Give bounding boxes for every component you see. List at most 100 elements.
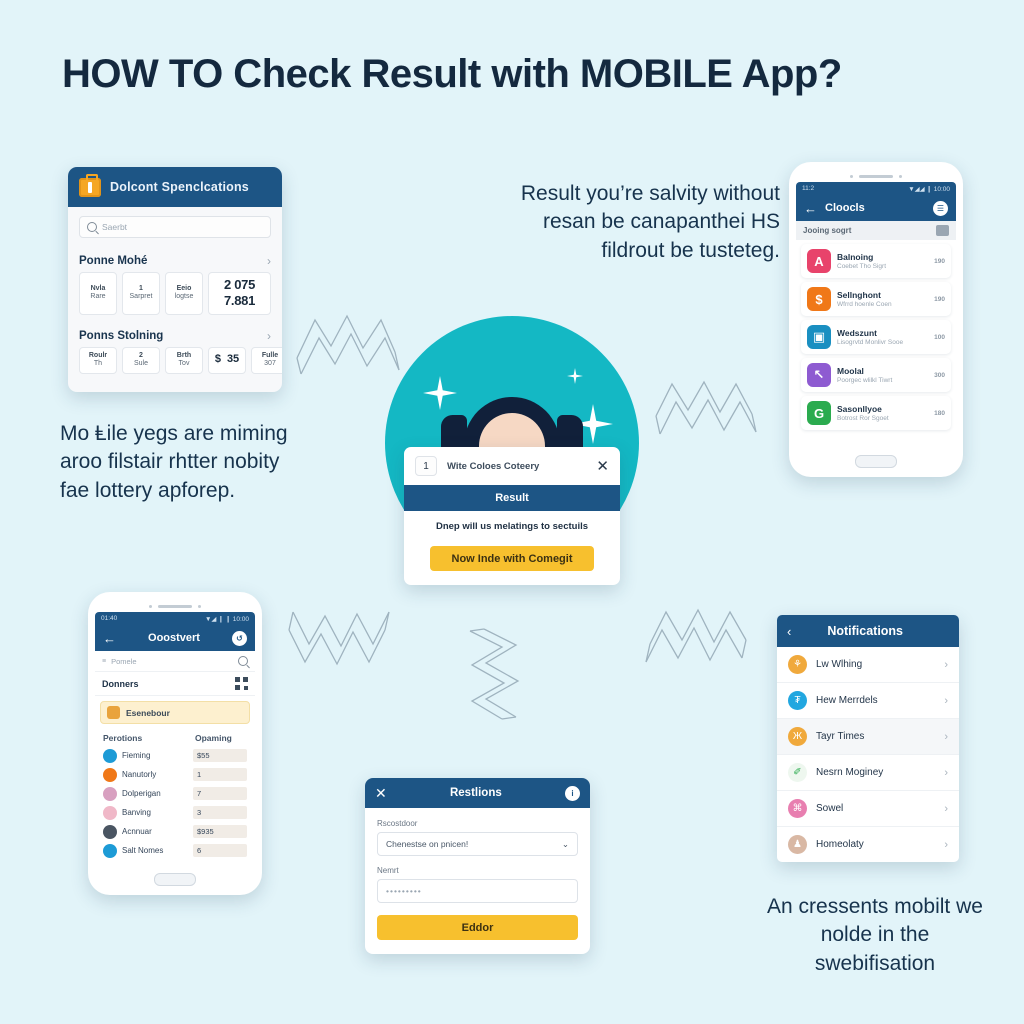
table-cell-value: 1 <box>193 768 247 781</box>
specs-section-2-title: Ponns Stolning <box>79 329 164 342</box>
caption-top-right: Result you’re salvity without resan be c… <box>520 182 780 262</box>
back-arrow-icon[interactable]: ← <box>103 632 116 645</box>
currency-symbol: $ <box>214 353 221 366</box>
notification-label: Tayr Times <box>816 731 865 742</box>
caption-bottom-right: An cressents mobilt we nolde in the sweb… <box>767 895 983 975</box>
list-item-title: Sasonllyoe <box>837 404 882 414</box>
avatar: ▣ <box>807 325 831 349</box>
avatar: G <box>807 401 831 425</box>
highlight-row[interactable]: Esenebour <box>100 701 250 724</box>
specs-search-input[interactable]: Saerbt <box>79 216 271 238</box>
row-icon <box>103 805 117 820</box>
notification-row[interactable]: ⚘ Lw Wlhing › <box>777 647 959 683</box>
list-item[interactable]: ↖ Moolal Poorgec wlilkl Tiwrt 300 <box>801 358 951 392</box>
app-bar: ← Ooostvert ↺ <box>95 625 255 651</box>
caption-left: Mo Ⱡile yegs are miming aroo filstair rh… <box>60 422 288 502</box>
highlight-row-label: Esenebour <box>126 707 170 718</box>
table-cell-value: 6 <box>193 844 247 857</box>
specs-section-2-header[interactable]: Ponns Stolning › <box>68 321 282 347</box>
table-row[interactable]: Dolperigan 7 <box>95 784 255 803</box>
notifications-card: ‹ Notifications ⚘ Lw Wlhing › ₮ Hew Merr… <box>777 615 959 862</box>
notification-label: Sowel <box>816 803 844 814</box>
list-item[interactable]: ▣ Wedszunt Lisogrvtd Monlivr Sooe 100 <box>801 320 951 354</box>
home-button[interactable] <box>796 448 956 468</box>
table-row[interactable]: Banving 3 <box>95 803 255 822</box>
chip[interactable]: Nvla Rare <box>79 272 117 315</box>
list-item-subtitle: Lisogrvtd Monlivr Sooe <box>837 339 904 346</box>
table-cell-name: Dolperigan <box>122 789 161 798</box>
list-subheader-label: Jooing sogrt <box>803 226 852 235</box>
notification-row[interactable]: ₮ Hew Merrdels › <box>777 683 959 719</box>
chip-line1: 2 <box>139 351 143 359</box>
avatar: $ <box>807 287 831 311</box>
form-title: Restlions <box>449 787 502 799</box>
filter-icon[interactable]: ☰ <box>933 200 948 216</box>
search-input[interactable]: ≡ Pomele <box>95 651 255 672</box>
close-icon[interactable]: ✕ <box>596 459 609 474</box>
app-bar-title: Cloocls <box>825 202 865 214</box>
phone-bottom-left: 01:40 ▼◢ ❙ ❙ 10:00 ← Ooostvert ↺ ≡ Pomel… <box>88 592 262 895</box>
notification-icon: Ж <box>788 727 807 746</box>
table-cell-value: $55 <box>193 749 247 762</box>
chip[interactable]: Roulr Th <box>79 346 117 374</box>
status-icons: ▼◢◢ ❙ 10:00 <box>908 185 950 193</box>
chip[interactable]: 2 Sule <box>122 346 160 374</box>
chip-line1: Eeio <box>176 284 192 292</box>
specs-card-title: Dolcont Spenclcations <box>110 180 249 194</box>
dialog-header: 1 Wite Coloes Coteery ✕ <box>404 447 620 485</box>
table-row[interactable]: Salt Nomes 6 <box>95 841 255 860</box>
chip[interactable]: Brth Tov <box>165 346 203 374</box>
notification-row[interactable]: ⌘ Sowel › <box>777 791 959 827</box>
chevron-right-icon: › <box>944 802 948 815</box>
chevron-right-icon: › <box>944 766 948 779</box>
home-button[interactable] <box>95 866 255 886</box>
refresh-icon[interactable]: ↺ <box>232 630 247 646</box>
table-row[interactable]: Fieming $55 <box>95 746 255 765</box>
list-item[interactable]: A Balnoing Coebet Tho Sigrt 190 <box>801 244 951 278</box>
list-item-title: Balnoing <box>837 252 874 262</box>
field1-select[interactable]: Chenestse on pnicen! ⌄ <box>377 832 578 856</box>
qr-code-icon[interactable] <box>235 677 248 690</box>
field1-label: Rscostdoor <box>377 819 418 828</box>
table-row[interactable]: Acnnuar $935 <box>95 822 255 841</box>
avatar: ↖ <box>807 363 831 387</box>
chevron-right-icon: › <box>944 838 948 851</box>
list-item[interactable]: $ Sellnghont Wfrrd hoenle Coen 190 <box>801 282 951 316</box>
form-header: ✕ Restlions i <box>365 778 590 808</box>
chip[interactable]: 1 Sarpret <box>122 272 160 315</box>
chip[interactable]: Fulle 307 <box>251 346 282 374</box>
phone-bottom-left-screen: 01:40 ▼◢ ❙ ❙ 10:00 ← Ooostvert ↺ ≡ Pomel… <box>95 612 255 866</box>
back-arrow-icon[interactable]: ← <box>804 202 817 215</box>
phone-right-screen: 11:2 ▼◢◢ ❙ 10:00 ← Cloocls ☰ Jooing sogr… <box>796 182 956 448</box>
table-row[interactable]: Nanutorly 1 <box>95 765 255 784</box>
section-title: Donners <box>102 678 139 689</box>
notifications-header: ‹ Notifications <box>777 615 959 647</box>
notification-row[interactable]: ♟ Homeolaty › <box>777 827 959 862</box>
notification-label: Hew Merrdels <box>816 695 878 706</box>
dialog-primary-button[interactable]: Now Inde with Comegit <box>430 546 594 571</box>
briefcase-icon <box>79 173 101 197</box>
status-bar: 11:2 ▼◢◢ ❙ 10:00 <box>796 182 956 195</box>
field1-value: Chenestse on pnicen! <box>386 839 469 849</box>
field2-label: Nemrt <box>377 866 399 875</box>
status-icons: ▼◢ ❙ ❙ 10:00 <box>204 615 249 623</box>
app-bar: ← Cloocls ☰ <box>796 195 956 221</box>
list-item[interactable]: G Sasonllyoe Botrost Ror Sgoet 180 <box>801 396 951 430</box>
close-icon[interactable]: ✕ <box>375 786 387 800</box>
notification-row[interactable]: ✐ Nesrn Moginey › <box>777 755 959 791</box>
table-header: Perotions Opaming <box>95 729 255 746</box>
notification-icon: ₮ <box>788 691 807 710</box>
info-icon[interactable]: i <box>565 785 580 801</box>
settings-form-card: ✕ Restlions i Rscostdoor Chenestse on pn… <box>365 778 590 954</box>
notification-row[interactable]: Ж Tayr Times › <box>777 719 959 755</box>
connector-arrow-center-down <box>469 628 520 720</box>
connector-arrow-bottomright <box>645 608 747 663</box>
chip-line2: Tov <box>178 360 190 368</box>
sort-icon[interactable] <box>936 225 949 236</box>
list-item-subtitle: Wfrrd hoenle Coen <box>837 301 892 308</box>
specs-section-1-header[interactable]: Ponne Mohé › <box>68 246 282 272</box>
form-submit-button[interactable]: Eddor <box>377 915 578 940</box>
chip[interactable]: Eeio logtse <box>165 272 203 315</box>
table-header-col1: Perotions <box>103 733 143 743</box>
field2-input[interactable]: ••••••••• <box>377 879 578 903</box>
